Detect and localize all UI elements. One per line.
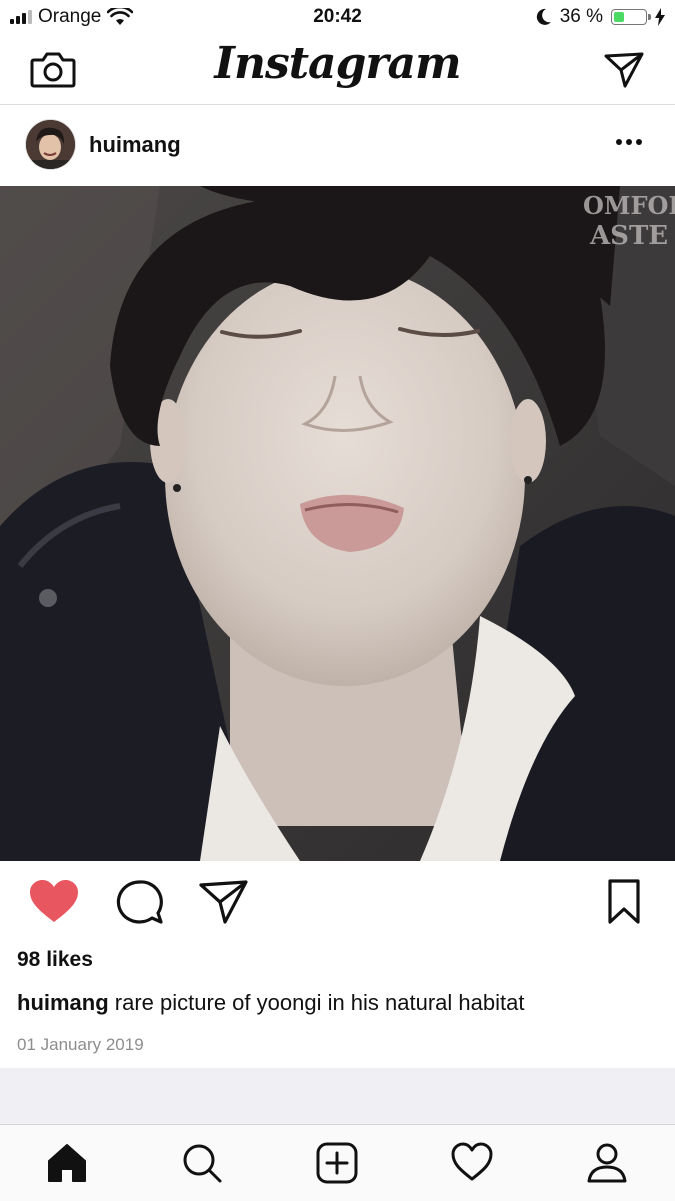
status-bar-right: 36 % [536, 6, 665, 28]
bookmark-icon[interactable] [602, 878, 646, 926]
post-username[interactable]: huimang [89, 132, 181, 158]
battery-fill [614, 12, 624, 22]
top-navigation-bar: Instagram [0, 34, 675, 105]
post-photo[interactable]: OMFOI ASTE [0, 186, 675, 861]
battery-percent: 36 % [559, 6, 603, 27]
activity-heart-icon[interactable] [450, 1141, 494, 1185]
post-actions [0, 862, 675, 942]
svg-text:ASTE: ASTE [589, 221, 668, 251]
caption-username[interactable]: huimang [17, 990, 109, 1015]
direct-send-icon[interactable] [603, 50, 645, 90]
profile-icon[interactable] [585, 1141, 629, 1185]
home-icon[interactable] [45, 1141, 89, 1185]
feed-separator [0, 1068, 675, 1124]
add-post-icon[interactable] [315, 1141, 359, 1185]
svg-text:OMFOI: OMFOI [583, 191, 675, 220]
comment-icon[interactable] [114, 878, 166, 926]
battery-icon [611, 9, 651, 25]
more-dots-icon[interactable] [615, 130, 643, 154]
search-icon[interactable] [180, 1141, 224, 1185]
app-logo-title: Instagram [214, 38, 461, 89]
likes-count[interactable]: 98 likes [17, 948, 93, 972]
share-icon[interactable] [198, 878, 250, 926]
post-caption: huimang rare picture of yoongi in his na… [17, 990, 657, 1016]
post-header: huimang [0, 105, 675, 185]
post-date: 01 January 2019 [17, 1035, 144, 1054]
avatar[interactable] [26, 120, 75, 169]
charging-bolt-icon [655, 8, 665, 26]
status-bar: Orange 20:42 36 % [0, 0, 675, 34]
heart-icon[interactable] [28, 878, 80, 926]
do-not-disturb-moon-icon [536, 8, 551, 25]
caption-text: rare picture of yoongi in his natural ha… [108, 990, 525, 1015]
bottom-tab-bar [0, 1124, 675, 1201]
